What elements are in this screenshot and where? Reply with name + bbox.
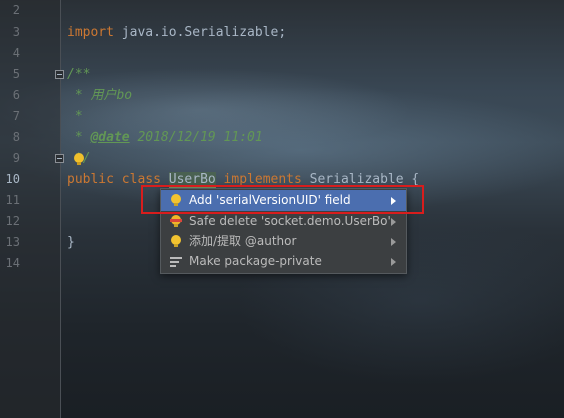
fold-toggle-icon[interactable] xyxy=(55,154,64,163)
intention-bulb-icon[interactable] xyxy=(74,153,84,165)
fold-toggle-icon[interactable] xyxy=(55,70,64,79)
lightbulb-delete-icon xyxy=(170,215,182,227)
javadoc-open: /** xyxy=(67,67,91,82)
code-line-8[interactable]: 8 * @date 2018/12/19 11:01 xyxy=(0,127,564,148)
package-private-icon xyxy=(170,257,182,267)
line-number: 11 xyxy=(5,193,20,207)
line-number: 3 xyxy=(12,25,20,39)
javadoc-description: * 用户bo xyxy=(67,88,133,103)
menu-item-label: Safe delete 'socket.demo.UserBo' xyxy=(189,214,391,228)
javadoc-blank: * xyxy=(67,109,83,124)
lightbulb-icon xyxy=(171,235,181,247)
menu-item-label: Make package-private xyxy=(189,254,322,268)
code-line-3[interactable]: 3 import java.io.Serializable; xyxy=(0,22,564,43)
menu-item-safe-delete[interactable]: Safe delete 'socket.demo.UserBo' xyxy=(161,211,406,232)
javadoc-date-line: * @date 2018/12/19 11:01 xyxy=(67,127,263,148)
red-highlight-annotation xyxy=(141,185,424,214)
line-number: 8 xyxy=(12,130,20,144)
submenu-arrow-icon[interactable] xyxy=(391,218,396,226)
line-number: 2 xyxy=(12,3,20,17)
code-line-5[interactable]: 5 /** xyxy=(0,64,564,85)
line-number: 12 xyxy=(5,214,20,228)
import-statement: import java.io.Serializable; xyxy=(67,22,286,43)
javadoc-star: * xyxy=(67,130,91,145)
javadoc-date-value: 2018/12/19 11:01 xyxy=(129,130,263,145)
line-number: 14 xyxy=(5,256,20,270)
menu-item-add-author[interactable]: 添加/提取 @author xyxy=(161,231,406,252)
public-keyword: public xyxy=(67,172,122,187)
submenu-arrow-icon[interactable] xyxy=(391,238,396,246)
line-number: 9 xyxy=(12,151,20,165)
code-line-9[interactable]: 9 */ xyxy=(0,148,564,169)
menu-item-make-package-private[interactable]: Make package-private xyxy=(161,251,406,272)
line-number: 7 xyxy=(12,109,20,123)
import-keyword: import xyxy=(67,25,114,40)
line-number: 10 xyxy=(5,172,20,186)
menu-item-label: 添加/提取 @author xyxy=(189,234,297,248)
line-number: 6 xyxy=(12,88,20,102)
line-number: 5 xyxy=(12,67,20,81)
code-line-7[interactable]: 7 * xyxy=(0,106,564,127)
line-number: 4 xyxy=(12,46,20,60)
import-path: java.io.Serializable; xyxy=(113,25,287,40)
submenu-arrow-icon[interactable] xyxy=(391,258,396,266)
code-line-2[interactable]: 2 xyxy=(0,0,564,21)
line-number: 13 xyxy=(5,235,20,249)
code-line-4[interactable]: 4 xyxy=(0,43,564,64)
closing-brace: } xyxy=(67,235,75,250)
javadoc-date-tag: @date xyxy=(90,130,130,145)
code-line-6[interactable]: 6 * 用户bo xyxy=(0,85,564,106)
